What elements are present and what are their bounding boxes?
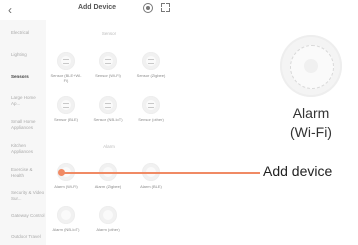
sidebar-item-small-home-appliances[interactable]: Small Home Appliances: [11, 119, 46, 130]
sidebar-item-electrical[interactable]: Electrical: [11, 30, 46, 36]
qr-code-icon[interactable]: [161, 3, 170, 12]
top-bar: ‹ Add Device: [0, 0, 187, 20]
category-sidebar: Electrical Lighting Sensors Large Home A…: [0, 20, 46, 245]
sidebar-item-sensors[interactable]: Sensors: [11, 74, 46, 80]
add-device-screen: ‹ Add Device Electrical Lighting Sensors…: [0, 0, 187, 245]
sidebar-item-outdoor-travel[interactable]: Outdoor Travel: [11, 234, 46, 240]
page-title: Add Device: [77, 4, 117, 11]
alarm-icon: [57, 206, 75, 224]
sidebar-item-gateway-control[interactable]: Gateway Control: [11, 213, 46, 219]
sensor-icon: [99, 52, 117, 70]
group-title-alarm: Alarm: [103, 144, 115, 149]
alarm-icon: [99, 206, 117, 224]
chevron-left-icon[interactable]: ‹: [8, 3, 12, 17]
sidebar-item-security-video[interactable]: Security & Video Sur...: [11, 190, 46, 201]
sensor-icon: [57, 96, 75, 114]
sensor-icon: [142, 52, 160, 70]
pointer-line: [61, 172, 260, 174]
sensor-icon: [142, 96, 160, 114]
sensor-icon: [57, 52, 75, 70]
sidebar-item-large-home-appliances[interactable]: Large Home Ap...: [11, 95, 46, 106]
sidebar-item-lighting[interactable]: Lighting: [11, 52, 46, 58]
scan-icon[interactable]: [143, 3, 153, 13]
add-device-annotation: Add device: [263, 163, 333, 179]
sidebar-item-kitchen-appliances[interactable]: Kitchen Appliances: [11, 143, 46, 154]
sensor-icon: [99, 96, 117, 114]
group-title-sensor: Sensor: [101, 31, 117, 36]
sidebar-item-exercise-health[interactable]: Exercise & Health: [11, 167, 46, 178]
alarm-device-image: [280, 35, 342, 97]
callout-device-label: Alarm (Wi-Fi): [290, 105, 332, 140]
